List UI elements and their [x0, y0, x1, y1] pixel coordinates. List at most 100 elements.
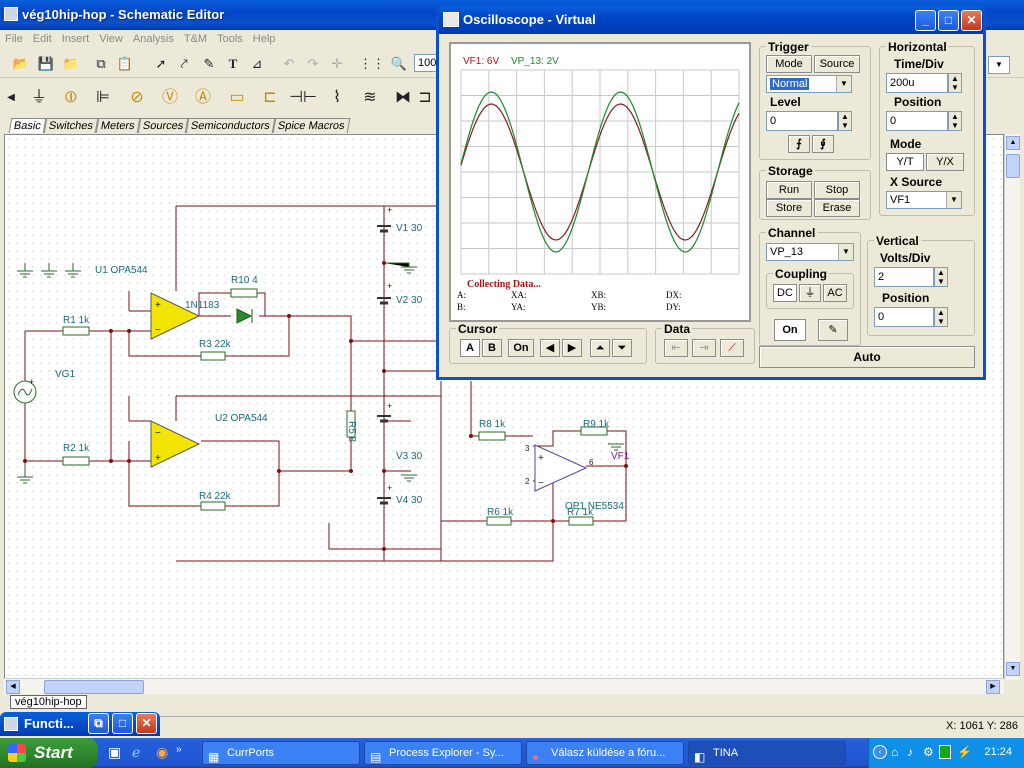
- scroll-left-arrow-icon[interactable]: ◀: [6, 680, 20, 694]
- cursor-a-button[interactable]: A: [460, 339, 480, 357]
- menu-analysis[interactable]: Analysis: [128, 30, 179, 48]
- voltsdiv-input[interactable]: 2: [874, 267, 934, 287]
- resistor-icon[interactable]: ▭: [222, 81, 252, 115]
- menu-insert[interactable]: Insert: [57, 30, 95, 48]
- dc-button[interactable]: DC: [773, 284, 797, 302]
- trigger-source-button[interactable]: Source: [814, 55, 860, 73]
- task-process-explorer[interactable]: ▤ Process Explorer - Sy...: [364, 741, 522, 765]
- wire-pointer-icon[interactable]: ⤤: [173, 53, 195, 75]
- yt-button[interactable]: Y/T: [886, 153, 924, 171]
- pen-icon[interactable]: ✎: [198, 53, 220, 75]
- auto-button[interactable]: Auto: [759, 346, 975, 368]
- trigger-mode-select[interactable]: Normal ▼: [766, 75, 852, 93]
- paste-icon[interactable]: 📋: [114, 53, 136, 75]
- transformer-icon[interactable]: ⧓: [388, 81, 418, 115]
- close-icon[interactable]: ✕: [136, 713, 157, 734]
- scroll-down-icon[interactable]: ▼: [1006, 662, 1020, 676]
- store-button[interactable]: Store: [766, 199, 812, 217]
- menu-file[interactable]: File: [0, 30, 28, 48]
- coil-icon[interactable]: ≋: [355, 81, 385, 115]
- level-spinner-icon[interactable]: ▲ ▼: [838, 111, 852, 131]
- meter-icon[interactable]: ⊘: [122, 81, 152, 115]
- capacitor-icon[interactable]: ⊣⊢: [288, 81, 318, 115]
- menu-help[interactable]: Help: [248, 30, 281, 48]
- tray-monitor-icon[interactable]: [939, 745, 951, 759]
- menu-tm[interactable]: T&M: [179, 30, 212, 48]
- task-tina[interactable]: ◧ TINA: [688, 741, 846, 765]
- switch-icon[interactable]: ⊐: [418, 81, 432, 115]
- data-export-icon[interactable]: ⇥: [692, 339, 716, 357]
- voltmeter-icon[interactable]: Ⓥ: [155, 81, 185, 115]
- open-icon[interactable]: 📁: [60, 53, 82, 75]
- horizontal-scrollbar[interactable]: ◀ ▶: [4, 678, 1004, 694]
- quicklaunch-firefox-icon[interactable]: ◉: [156, 744, 168, 761]
- gnd-coupling-icon[interactable]: ⏚: [799, 284, 821, 302]
- save-icon[interactable]: 💾: [35, 53, 57, 75]
- tab-spice-macros[interactable]: Spice Macros: [272, 118, 350, 133]
- menu-tools[interactable]: Tools: [212, 30, 248, 48]
- network-icon[interactable]: ⌂: [891, 745, 898, 759]
- toolbar-dropdown-arrow-icon[interactable]: ▼: [988, 56, 1010, 74]
- menu-edit[interactable]: Edit: [28, 30, 57, 48]
- h-position-spinner-icon[interactable]: ▲ ▼: [948, 111, 962, 131]
- task-currports[interactable]: ▦ CurrPorts: [202, 741, 360, 765]
- task-browser[interactable]: ● Válasz küldése a fóru...: [526, 741, 684, 765]
- restore-icon[interactable]: ⧉: [88, 713, 109, 734]
- maximize-icon[interactable]: □: [938, 10, 959, 31]
- yx-button[interactable]: Y/X: [926, 153, 964, 171]
- channel-on-button[interactable]: On: [774, 319, 806, 341]
- open-folder-icon[interactable]: 📂: [10, 53, 32, 75]
- cursor-right-icon[interactable]: ▶: [562, 339, 582, 357]
- run-button[interactable]: Run: [766, 181, 812, 199]
- sheet-tab-main[interactable]: vég10hip-hop: [10, 695, 87, 709]
- rising-edge-icon[interactable]: ⨍: [788, 135, 810, 153]
- inductor-icon[interactable]: ⌇: [322, 81, 352, 115]
- tab-meters[interactable]: Meters: [95, 118, 140, 133]
- timediv-spinner-icon[interactable]: ▲ ▼: [948, 73, 962, 93]
- pointer-icon[interactable]: ➚: [150, 53, 172, 75]
- potentiometer-icon[interactable]: ⊏: [255, 81, 285, 115]
- data-import-icon[interactable]: ⇤: [664, 339, 688, 357]
- cursor-on-button[interactable]: On: [508, 339, 534, 357]
- scroll-up-icon[interactable]: ▲: [1006, 136, 1020, 150]
- vertical-scroll-thumb[interactable]: [1006, 154, 1020, 178]
- text-icon[interactable]: T: [222, 53, 244, 75]
- vertical-scrollbar[interactable]: ▲ ▼: [1004, 134, 1020, 680]
- channel-select[interactable]: VP_13 ▼: [766, 243, 854, 261]
- scroll-left-icon[interactable]: ◀: [4, 81, 18, 115]
- tray-app-icon[interactable]: ⚙: [923, 745, 934, 759]
- timediv-input[interactable]: 200u: [886, 73, 948, 93]
- ammeter-icon[interactable]: Ⓐ: [188, 81, 218, 115]
- ac-button[interactable]: AC: [823, 284, 847, 302]
- grid-icon[interactable]: ⋮⋮: [358, 53, 385, 75]
- close-icon[interactable]: ✕: [961, 10, 982, 31]
- start-button[interactable]: Start: [0, 738, 98, 768]
- v-position-input[interactable]: 0: [874, 307, 934, 327]
- zoom-icon[interactable]: 🔍: [388, 53, 410, 75]
- voltsdiv-spinner-icon[interactable]: ▲ ▼: [934, 267, 948, 287]
- tab-semiconductors[interactable]: Semiconductors: [185, 118, 276, 133]
- horizontal-scroll-thumb[interactable]: [44, 680, 144, 694]
- cursor-left-icon[interactable]: ◀: [540, 339, 560, 357]
- redo-icon[interactable]: ↷: [302, 53, 324, 75]
- falling-edge-icon[interactable]: ⨚: [812, 135, 834, 153]
- quicklaunch-ie-icon[interactable]: ℯ: [132, 744, 140, 761]
- ground-icon[interactable]: ⏚: [24, 81, 54, 115]
- node-icon[interactable]: ✛: [326, 53, 348, 75]
- menu-view[interactable]: View: [94, 30, 128, 48]
- scroll-right-arrow-icon[interactable]: ▶: [986, 680, 1000, 694]
- v-position-spinner-icon[interactable]: ▲ ▼: [934, 307, 948, 327]
- cursor-up-icon[interactable]: ⏶: [590, 339, 610, 357]
- trigger-level-input[interactable]: 0: [766, 111, 838, 131]
- current-source-icon[interactable]: ⦶: [56, 81, 86, 115]
- cursor-down-icon[interactable]: ⏷: [612, 339, 632, 357]
- quicklaunch-desktop-icon[interactable]: ▣: [108, 744, 121, 761]
- tab-basic[interactable]: Basic: [8, 118, 47, 133]
- tray-tool-icon[interactable]: ⚡: [957, 745, 972, 759]
- cursor-b-button[interactable]: B: [482, 339, 502, 357]
- quicklaunch-more-icon[interactable]: »: [176, 744, 182, 755]
- h-position-input[interactable]: 0: [886, 111, 948, 131]
- battery-icon[interactable]: ⊫: [88, 81, 118, 115]
- tray-expand-icon[interactable]: ‹: [873, 745, 887, 759]
- stop-button[interactable]: Stop: [814, 181, 860, 199]
